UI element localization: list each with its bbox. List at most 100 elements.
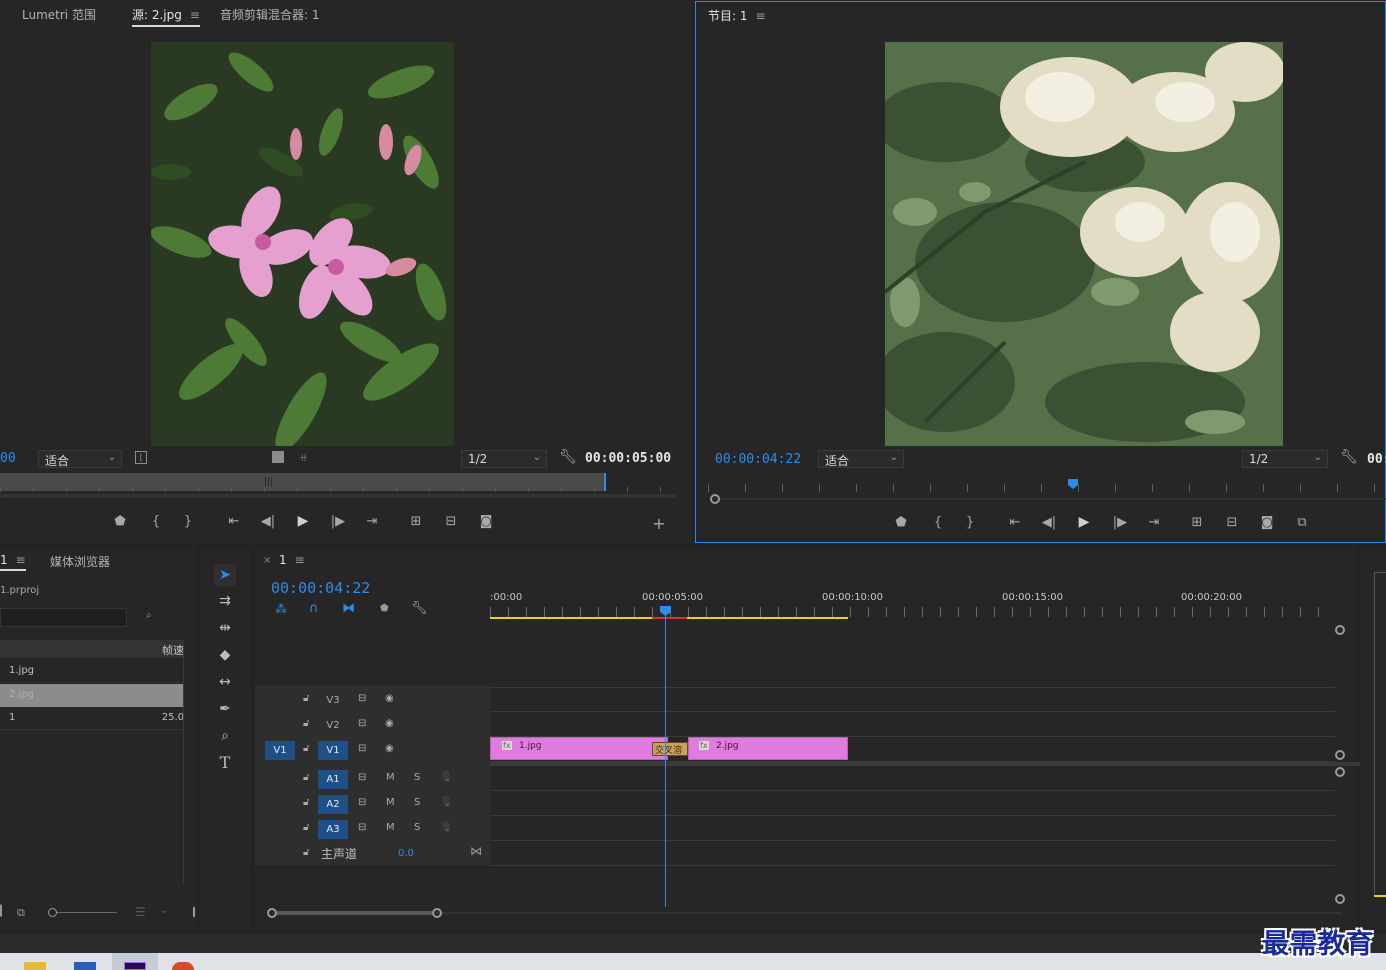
eye-icon[interactable]: ◉ — [385, 743, 394, 754]
track-name[interactable]: A3 — [318, 820, 348, 839]
track-lane-master[interactable] — [490, 841, 1335, 866]
solo-button[interactable]: S — [414, 772, 420, 783]
mark-out-icon[interactable]: } — [178, 514, 198, 529]
folder-icon[interactable] — [24, 962, 46, 970]
lock-icon[interactable]: 🔓︎ — [303, 772, 309, 783]
program-scrollbar[interactable] — [720, 498, 1386, 500]
step-back-icon[interactable]: ◀| — [1039, 515, 1059, 530]
lock-icon[interactable]: 🔓︎ — [303, 797, 309, 808]
step-back-icon[interactable]: ◀| — [258, 514, 278, 529]
track-name[interactable]: V3 — [318, 691, 348, 710]
eye-icon[interactable]: ◉ — [385, 693, 394, 704]
premiere-icon[interactable] — [124, 962, 146, 970]
razor-tool-icon[interactable]: ◆ — [214, 644, 236, 666]
timeline-zoom-handle-left[interactable] — [267, 908, 277, 918]
lock-icon[interactable]: 🔓︎ — [303, 743, 309, 754]
project-search-input[interactable] — [0, 608, 127, 627]
comparison-view-icon[interactable]: ⧉ — [1292, 515, 1312, 530]
source-patch-v1[interactable]: V1 — [265, 741, 295, 760]
nest-sequence-icon[interactable]: ⁂ — [275, 602, 287, 616]
tab-program[interactable]: 节目: 1 ≡ — [708, 7, 766, 24]
add-button-icon[interactable]: + — [649, 514, 669, 533]
selection-tool-icon[interactable]: ➤ — [214, 564, 236, 586]
program-scroll-handle[interactable] — [710, 494, 720, 504]
drag-audio-only-icon[interactable]: ⧺ — [299, 451, 308, 464]
linked-selection-icon[interactable]: ⧓ — [342, 601, 355, 616]
microphone-icon[interactable]: 🎙︎ — [440, 822, 453, 833]
master-volume[interactable]: 0.0 — [398, 848, 414, 859]
sync-lock-icon[interactable]: ⊟ — [358, 743, 366, 754]
tab-media-browser[interactable]: 媒体浏览器 — [50, 553, 110, 570]
tab-audio-clip-mixer[interactable]: 音频剪辑混合器: 1 — [220, 6, 320, 23]
solo-button[interactable]: S — [414, 822, 420, 833]
zoom-slider-handle[interactable] — [48, 908, 57, 917]
wrench-icon[interactable]: 🔧︎ — [1340, 449, 1358, 465]
track-lane-a3[interactable] — [490, 816, 1335, 841]
track-lane-v2[interactable] — [490, 712, 1335, 737]
go-to-in-icon[interactable]: ⇤ — [1005, 515, 1025, 530]
track-name[interactable]: V1 — [318, 741, 348, 760]
track-name[interactable]: A1 — [318, 770, 348, 789]
panel-menu-icon[interactable]: ≡ — [16, 553, 26, 567]
microphone-icon[interactable]: 🎙︎ — [440, 772, 453, 783]
go-to-in-icon[interactable]: ⇤ — [224, 514, 244, 529]
track-lane-v3[interactable] — [490, 687, 1335, 712]
program-fit-dropdown[interactable]: 适合 ⌄ — [818, 450, 904, 468]
timeline-ruler[interactable]: :00:00 00:00:05:00 00:00:10:00 00:00:15:… — [490, 588, 1340, 620]
mute-button[interactable]: M — [386, 797, 395, 808]
sync-lock-icon[interactable]: ⊟ — [358, 822, 366, 833]
project-item-row-selected[interactable]: 2.jpg — [0, 684, 184, 707]
new-search-bin-icon[interactable]: ⌕ — [146, 610, 152, 621]
add-marker-icon[interactable]: ⬟ — [110, 514, 130, 529]
word-icon[interactable] — [74, 962, 96, 970]
frame-rate-column[interactable]: 帧速 — [162, 642, 184, 658]
timeline-playhead-timecode[interactable]: 00:00:04:22 — [271, 579, 370, 597]
project-item-row[interactable]: 1.jpg — [0, 661, 184, 683]
track-select-tool-icon[interactable]: ⇉ — [214, 590, 236, 612]
clip-2[interactable]: fx 2.jpg — [688, 737, 848, 760]
cross-dissolve-transition[interactable]: 交叉溶 — [652, 742, 688, 756]
sync-lock-icon[interactable]: ⊟ — [358, 718, 366, 729]
play-icon[interactable]: ▶ — [293, 513, 313, 529]
mark-in-icon[interactable]: { — [146, 514, 166, 529]
lock-icon[interactable]: 🔓︎ — [303, 718, 309, 729]
step-forward-icon[interactable]: |▶ — [328, 514, 348, 529]
go-to-out-icon[interactable]: ⇥ — [362, 514, 382, 529]
browser-icon[interactable] — [172, 962, 194, 970]
go-to-out-icon[interactable]: ⇥ — [1144, 515, 1164, 530]
source-playhead-timecode[interactable]: 00 — [0, 451, 16, 466]
project-item-row[interactable]: 1 25.0 — [0, 708, 184, 730]
insert-clip-icon[interactable]: [ — [135, 451, 147, 464]
timeline-zoom-bar[interactable] — [277, 911, 432, 915]
track-lane-a2[interactable] — [490, 791, 1335, 816]
lock-icon[interactable]: 🔓︎ — [303, 693, 309, 704]
mute-button[interactable]: M — [386, 772, 395, 783]
timeline-settings-wrench-icon[interactable]: 🔧︎ — [411, 601, 428, 616]
audio-scroll-handle-top[interactable] — [1335, 767, 1345, 777]
panel-menu-icon[interactable]: ≡ — [295, 553, 305, 567]
sync-lock-icon[interactable]: ⊟ — [358, 693, 366, 704]
chevron-down-icon[interactable]: ⌄ — [160, 905, 168, 916]
program-playhead-timecode[interactable]: 00:00:04:22 — [715, 452, 801, 467]
project-list-scrollbar[interactable] — [183, 640, 184, 885]
snap-magnet-icon[interactable]: ∩ — [309, 601, 319, 616]
track-lane-a1[interactable] — [490, 766, 1335, 791]
source-resolution-dropdown[interactable]: 1/2 ⌄ — [461, 450, 547, 468]
extract-icon[interactable]: ⊟ — [1222, 515, 1242, 530]
solo-button[interactable]: S — [414, 797, 420, 808]
export-frame-camera-icon[interactable]: ◙ — [1257, 515, 1277, 530]
audio-scroll-handle-bottom[interactable] — [1335, 894, 1345, 904]
lock-icon[interactable]: 🔓︎ — [303, 822, 309, 833]
video-scroll-handle-top[interactable] — [1335, 625, 1345, 635]
sort-icon[interactable]: ☰ — [135, 905, 146, 919]
mute-button[interactable]: M — [386, 822, 395, 833]
overwrite-icon[interactable]: ⊟ — [441, 514, 461, 529]
insert-icon[interactable]: ⊞ — [406, 514, 426, 529]
drag-video-only-icon[interactable] — [272, 451, 284, 463]
icon-view-icon[interactable]: ⧉ — [17, 906, 25, 920]
type-tool-icon[interactable]: T — [214, 752, 236, 774]
mark-out-icon[interactable]: } — [960, 515, 980, 530]
slip-tool-icon[interactable]: ↔ — [214, 671, 236, 693]
tab-source[interactable]: 源: 2.jpg ≡ — [132, 6, 200, 27]
sync-lock-icon[interactable]: ⊟ — [358, 797, 366, 808]
